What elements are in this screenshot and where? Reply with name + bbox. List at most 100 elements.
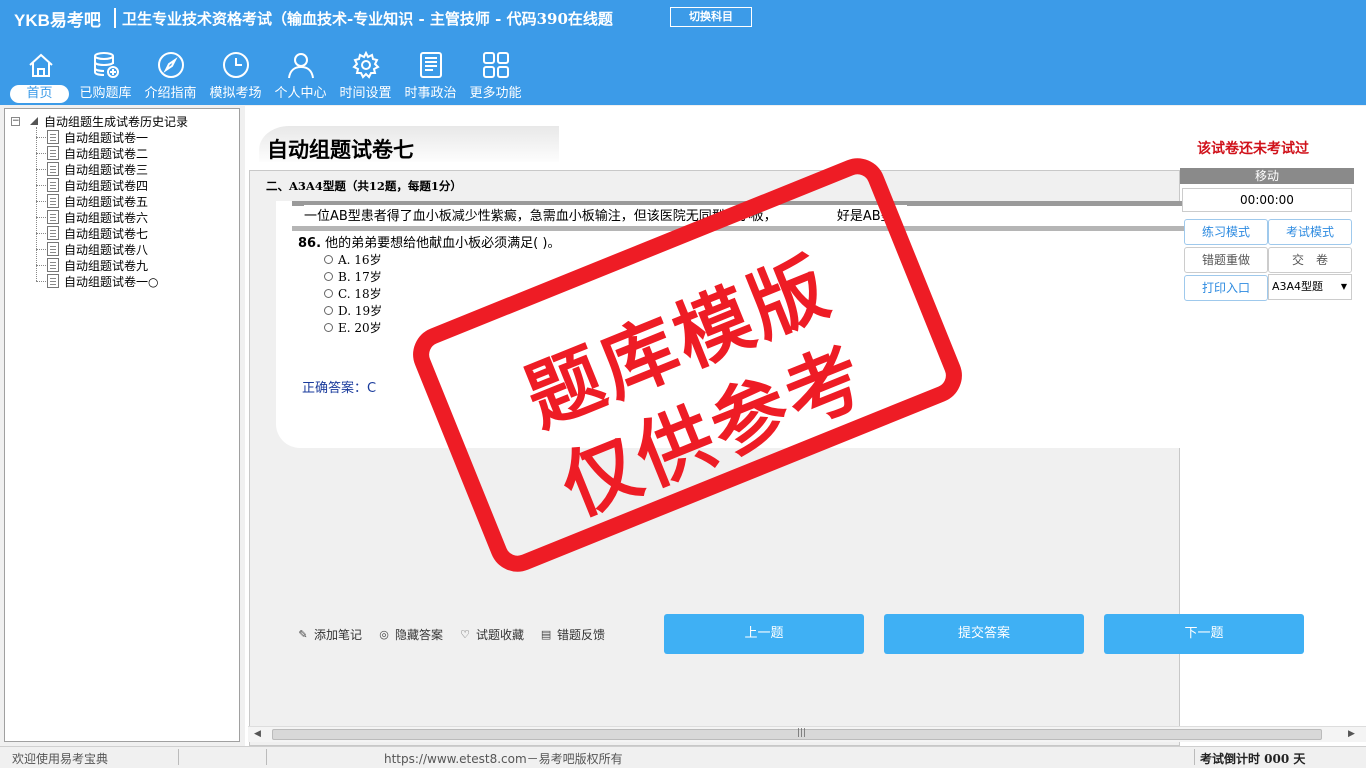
tree-item-paper-5[interactable]: 自动组题试卷五 [36, 193, 148, 209]
user-icon [287, 53, 314, 79]
option-a[interactable]: A. 16岁 [324, 251, 382, 267]
favorite-button[interactable]: ♡ 试题收藏 [459, 626, 524, 643]
document-icon [47, 194, 59, 208]
next-question-button[interactable]: 下一题 [1104, 614, 1304, 654]
nav-label-mock: 模拟考场 [209, 86, 262, 101]
tree-item-paper-7[interactable]: 自动组题试卷七 [36, 225, 148, 241]
tree-item-paper-6[interactable]: 自动组题试卷六 [36, 209, 148, 225]
section-title: 二、A3A4型题（共12题，每题1分） [266, 179, 462, 193]
exam-countdown: 考试倒计时 000 天 [1200, 752, 1306, 766]
document-search-icon [47, 226, 59, 240]
paper-title: 自动组题试卷七 [267, 137, 414, 162]
document-icon [47, 210, 59, 224]
nav-label-affairs: 时事政治 [404, 86, 457, 101]
feedback-button[interactable]: ▤ 错题反馈 [540, 626, 605, 643]
radio-button[interactable] [324, 254, 333, 264]
nav-home[interactable]: 首页 [8, 46, 73, 104]
nav-label-purchased: 已购题库 [79, 86, 132, 101]
app-logo: YKB易考吧 [14, 11, 101, 30]
document-icon [47, 178, 59, 192]
exam-control-panel: 移动 00:00:00 练习模式 考试模式 错题重做 交 卷 打印入口 A3A4… [1180, 168, 1354, 318]
report-icon: ▤ [540, 627, 552, 641]
tree-item-paper-8[interactable]: 自动组题试卷八 [36, 241, 148, 257]
question-number: 86. [298, 236, 322, 251]
print-entry-button[interactable]: 打印入口 [1184, 275, 1268, 301]
main-nav: 首页 已购题库 介绍指南 模拟考场 个人中心 时间设置 时事政治 更多功能 [8, 46, 528, 104]
status-divider [1194, 749, 1195, 765]
question-body: 他的弟弟要想给他献血小板必须满足( )。 [325, 236, 561, 251]
redo-wrong-button[interactable]: 错题重做 [1184, 247, 1268, 273]
app-title: 卫生专业技术资格考试（输血技术-专业知识 - 主管技师 - 代码390在线题 [122, 10, 613, 28]
option-e[interactable]: E. 20岁 [324, 319, 382, 335]
document-icon [47, 242, 59, 256]
nav-mock-exam[interactable]: 模拟考场 [203, 46, 268, 104]
status-divider [266, 749, 267, 765]
tree-item-paper-9[interactable]: 自动组题试卷九 [36, 257, 148, 273]
status-divider [178, 749, 179, 765]
copyright-text: https://www.etest8.com－易考吧版权所有 [384, 752, 623, 766]
nav-current-affairs[interactable]: 时事政治 [398, 46, 463, 104]
radio-button[interactable] [324, 271, 333, 281]
tree-item-paper-10[interactable]: 自动组题试卷一○ [36, 273, 158, 289]
database-icon [93, 52, 119, 78]
tree-item-paper-4[interactable]: 自动组题试卷四 [36, 177, 148, 193]
document-icon [47, 274, 59, 288]
nav-purchased-banks[interactable]: 已购题库 [73, 46, 138, 104]
home-icon [28, 53, 53, 77]
question-type-select[interactable]: A3A4型题 ▼ [1268, 274, 1352, 300]
question-text: 86. 他的弟弟要想给他献血小板必须满足( )。 [298, 232, 560, 251]
grid-icon [482, 52, 509, 78]
scroll-left-icon[interactable]: ◀ [254, 729, 264, 739]
exam-status-text: 该试卷还未考试过 [1197, 141, 1309, 157]
submit-answer-button[interactable]: 提交答案 [884, 614, 1084, 654]
clock-icon [222, 52, 249, 78]
gear-icon [351, 50, 380, 79]
status-bar: 欢迎使用易考宝典 https://www.etest8.com－易考吧版权所有 … [0, 746, 1366, 768]
collapse-icon[interactable]: − [11, 116, 20, 126]
news-icon [419, 52, 442, 78]
nav-label-personal: 个人中心 [274, 86, 327, 101]
nav-label-guide: 介绍指南 [144, 86, 197, 101]
option-c[interactable]: C. 18岁 [324, 285, 382, 301]
tree-item-paper-3[interactable]: 自动组题试卷三 [36, 161, 148, 177]
nav-guide[interactable]: 介绍指南 [138, 46, 203, 104]
pencil-icon: ✎ [298, 627, 308, 641]
prev-question-button[interactable]: 上一题 [664, 614, 864, 654]
heart-icon: ♡ [460, 627, 470, 641]
scroll-right-icon[interactable]: ▶ [1348, 729, 1358, 739]
nav-more-functions[interactable]: 更多功能 [463, 46, 528, 104]
grip-icon: ||| [797, 728, 807, 738]
scrollbar-thumb[interactable]: ||| [272, 728, 1322, 740]
triangle-icon [30, 117, 38, 125]
tree-item-paper-1[interactable]: 自动组题试卷一 [36, 129, 148, 145]
document-icon [47, 130, 59, 144]
option-d[interactable]: D. 19岁 [324, 302, 382, 318]
hand-in-button[interactable]: 交 卷 [1268, 247, 1352, 273]
option-b[interactable]: B. 17岁 [324, 268, 382, 284]
tree-root-label: 自动组题生成试卷历史记录 [44, 114, 189, 129]
chevron-down-icon: ▼ [1340, 282, 1347, 291]
switch-subject-button[interactable]: 切换科目 [670, 7, 752, 27]
nav-personal-center[interactable]: 个人中心 [268, 46, 333, 104]
horizontal-scrollbar[interactable]: ◀ ||| ▶ [248, 726, 1366, 742]
hide-answer-button[interactable]: ◎ 隐藏答案 [378, 626, 443, 643]
nav-label-home: 首页 [10, 85, 69, 103]
practice-mode-button[interactable]: 练习模式 [1184, 219, 1268, 245]
tree-item-paper-2[interactable]: 自动组题试卷二 [36, 145, 148, 161]
add-note-button[interactable]: ✎ 添加笔记 [297, 626, 362, 643]
document-icon [47, 258, 59, 272]
paper-history-tree: − 自动组题生成试卷历史记录 自动组题试卷一 自动组题试卷二 自动组题试卷三 自… [4, 108, 240, 742]
welcome-text: 欢迎使用易考宝典 [12, 752, 109, 766]
radio-button[interactable] [324, 288, 333, 298]
radio-button[interactable] [324, 322, 333, 332]
exam-mode-button[interactable]: 考试模式 [1268, 219, 1352, 245]
app-header: YKB易考吧 卫生专业技术资格考试（输血技术-专业知识 - 主管技师 - 代码3… [0, 0, 1366, 105]
correct-answer: 正确答案：C [302, 381, 377, 396]
tree-root[interactable]: − 自动组题生成试卷历史记录 [11, 113, 188, 129]
nav-time-settings[interactable]: 时间设置 [333, 46, 398, 104]
eye-slash-icon: ◎ [379, 627, 389, 641]
radio-button[interactable] [324, 305, 333, 315]
panel-move-handle[interactable]: 移动 [1180, 168, 1354, 184]
nav-label-time: 时间设置 [339, 86, 392, 101]
exam-timer: 00:00:00 [1182, 188, 1352, 212]
